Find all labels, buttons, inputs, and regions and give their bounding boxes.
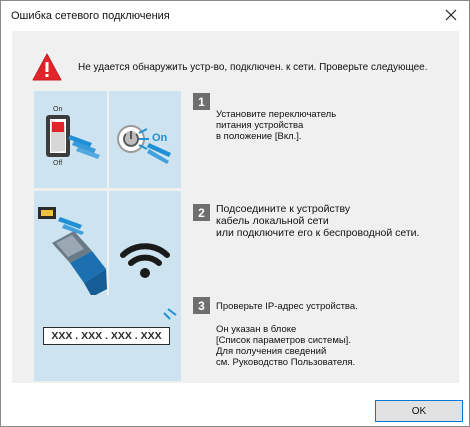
step3-detail-line: см. Руководство Пользователя.: [216, 357, 356, 368]
step3-details: Он указан в блоке [Список параметров сис…: [216, 324, 355, 368]
ok-button[interactable]: OK: [375, 400, 463, 422]
power-on-label: On: [152, 132, 168, 144]
dialog-title: Ошибка сетевого подключения: [11, 10, 170, 22]
step3-number: 3: [193, 297, 210, 314]
close-icon: [445, 9, 457, 21]
dialog-window: Ошибка сетевого подключения Не удается о…: [0, 0, 470, 427]
step2-number: 2: [193, 204, 210, 221]
step3-detail-line: Он указан в блоке: [216, 324, 297, 335]
step1-image-button: On: [109, 91, 181, 188]
switch-off-label: Off: [53, 160, 63, 167]
step2-line: Подсоедините к устройству: [216, 203, 351, 215]
title-bar: Ошибка сетевого подключения: [1, 1, 469, 31]
step1-line: Установите переключатель: [216, 109, 337, 120]
step2-line: или подключите его к беспроводной сети.: [216, 227, 420, 239]
step3-detail-line: [Список параметров системы].: [216, 335, 351, 346]
step3-title: Проверьте IP-адрес устройства.: [216, 301, 358, 312]
step1-text: Установите переключатель питания устройс…: [216, 109, 336, 142]
switch-on-label: On: [53, 106, 63, 113]
power-button-icon: [117, 125, 171, 164]
close-button[interactable]: [437, 3, 465, 27]
dialog-content: Не удается обнаружить устр-во, подключен…: [12, 31, 459, 383]
ip-address-placeholder: XXX . XXX . XXX . XXX: [43, 327, 170, 345]
step3-detail-line: Для получения сведений: [216, 346, 327, 357]
step1-number: 1: [193, 93, 210, 110]
step1-image-switch: On Off: [34, 91, 107, 188]
warning-icon: [32, 53, 62, 81]
power-switch-icon: [46, 115, 100, 159]
step2-line: кабель локальной сети: [216, 215, 329, 227]
warning-message: Не удается обнаружить устр-во, подключен…: [78, 62, 428, 73]
step3-image-ip: XXX . XXX . XXX . XXX: [34, 295, 181, 381]
step2-text: Подсоедините к устройству кабель локальн…: [216, 203, 419, 239]
step1-line: питания устройства: [216, 120, 304, 131]
step1-line: в положение [Вкл.].: [216, 131, 302, 142]
